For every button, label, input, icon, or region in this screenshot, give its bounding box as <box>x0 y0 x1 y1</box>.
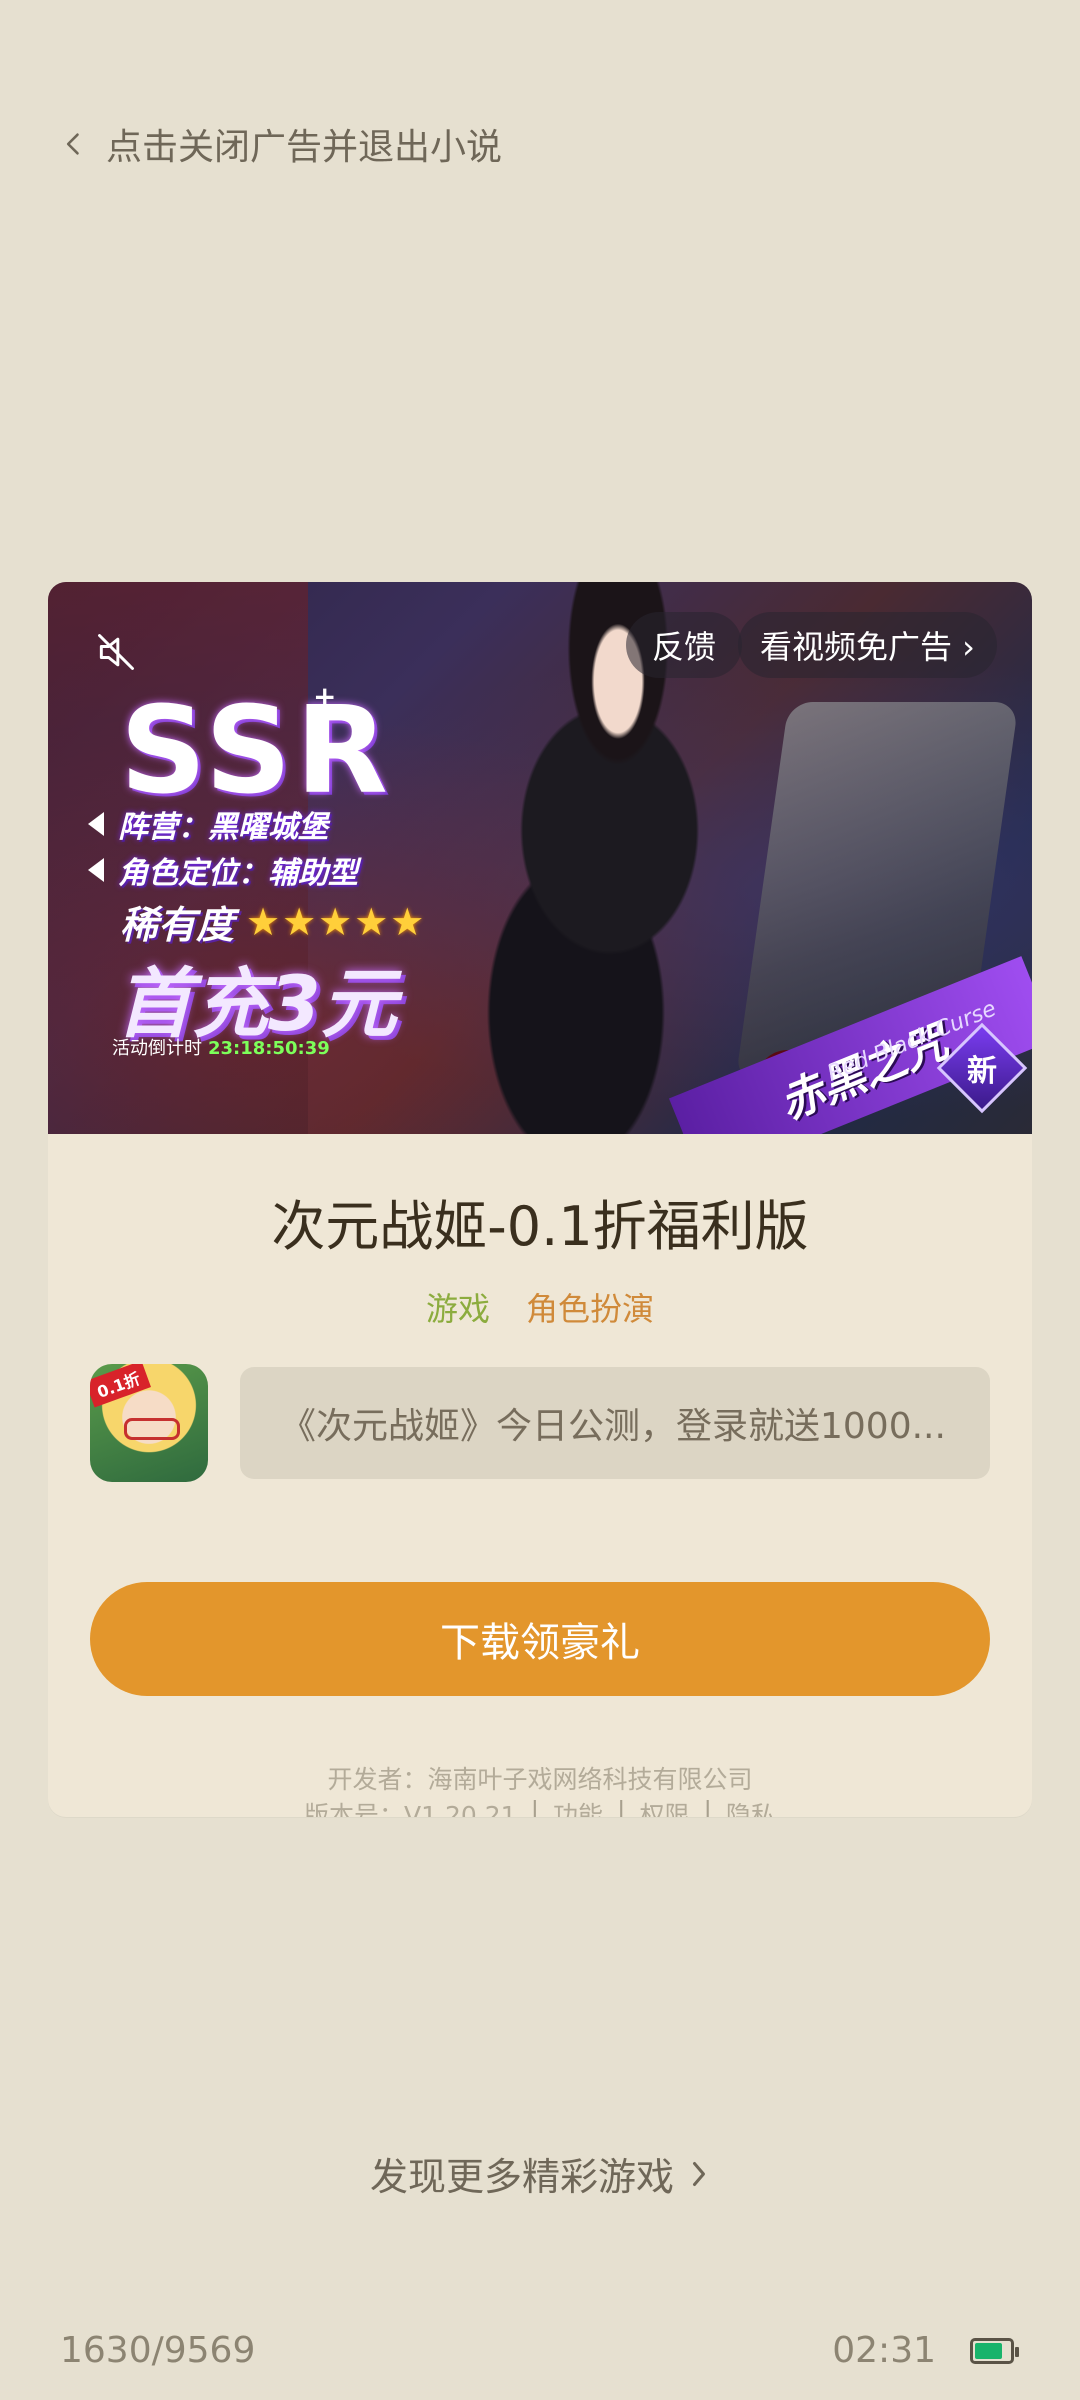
separator: | <box>703 1796 712 1817</box>
banner-rarity-label: 稀有度 <box>120 903 235 947</box>
discount-badge: 0.1折 <box>90 1364 152 1408</box>
developer-info: 开发者：海南叶子戏网络科技有限公司 <box>327 1765 753 1794</box>
app-title: 次元战姬-0.1折福利版 <box>271 1195 809 1258</box>
separator: | <box>617 1796 626 1817</box>
banner-faction-text: 阵营：黑曜城堡 <box>118 810 328 845</box>
discover-label: 发现更多精彩游戏 <box>369 2155 674 2199</box>
ad-banner[interactable]: SSR + 阵营：黑曜城堡 角色定位：辅助型 稀有度 ★★★★★ 首充3元 活动… <box>48 582 1032 1134</box>
status-area: 02:31 <box>832 2330 1019 2371</box>
reading-progress: 1630/9569 <box>60 2330 256 2371</box>
features-link[interactable]: 功能 <box>553 1796 603 1817</box>
banner-rarity: 稀有度 ★★★★★ <box>120 894 426 949</box>
feedback-label: 反馈 <box>652 628 717 666</box>
triangle-icon <box>88 858 104 882</box>
banner-ssr-text: SSR <box>120 682 392 821</box>
close-ad-link[interactable]: 点击关闭广告并退出小说 <box>60 118 502 170</box>
download-button[interactable]: 下载领豪礼 <box>90 1582 990 1696</box>
ad-card[interactable]: SSR + 阵营：黑曜城堡 角色定位：辅助型 稀有度 ★★★★★ 首充3元 活动… <box>48 582 1032 1817</box>
countdown-label: 活动倒计时 <box>112 1038 202 1059</box>
version-row: 版本号：V1.20.21 | 功能 | 权限 | 隐私 <box>48 1796 1032 1817</box>
glasses-icon <box>124 1418 180 1440</box>
watch-video-skip-ad-button[interactable]: 看视频免广告 › <box>738 612 997 678</box>
banner-faction: 阵营：黑曜城堡 <box>88 802 328 846</box>
clock: 02:31 <box>832 2330 936 2371</box>
version-text: 版本号：V1.20.21 <box>304 1801 517 1817</box>
app-icon[interactable]: 0.1折 <box>90 1364 208 1482</box>
banner-role: 角色定位：辅助型 <box>88 848 358 892</box>
banner-countdown: 活动倒计时 23:18:50:39 <box>112 1034 330 1060</box>
app-info-row: 0.1折 《次元战姬》今日公测，登录就送1000... <box>90 1364 990 1482</box>
countdown-value: 23:18:50:39 <box>208 1038 330 1059</box>
promo-text[interactable]: 《次元战姬》今日公测，登录就送1000... <box>240 1367 990 1479</box>
feedback-button[interactable]: 反馈 <box>626 612 743 678</box>
battery-fill <box>975 2342 1003 2359</box>
banner-role-text: 角色定位：辅助型 <box>118 856 358 891</box>
star-icon: ★★★★★ <box>246 899 427 944</box>
banner-ssr-plus: + <box>313 680 337 713</box>
close-ad-label: 点击关闭广告并退出小说 <box>106 127 503 168</box>
privacy-link[interactable]: 隐私 <box>726 1796 776 1817</box>
app-tags: 游戏 角色扮演 <box>48 1284 1032 1330</box>
mute-icon <box>98 634 134 670</box>
chevron-left-icon <box>66 133 79 155</box>
new-badge-text: 新 <box>967 1054 997 1089</box>
permissions-link[interactable]: 权限 <box>639 1796 689 1817</box>
watch-video-label: 看视频免广告 › <box>760 628 975 666</box>
mute-button[interactable] <box>86 622 146 682</box>
chevron-right-icon <box>693 2161 705 2186</box>
tag-game: 游戏 <box>425 1290 490 1328</box>
discover-more-games-link[interactable]: 发现更多精彩游戏 <box>0 2146 1080 2201</box>
tag-rpg: 角色扮演 <box>526 1290 655 1328</box>
separator: | <box>530 1796 540 1817</box>
battery-icon <box>970 2337 1019 2364</box>
triangle-icon <box>88 812 104 836</box>
